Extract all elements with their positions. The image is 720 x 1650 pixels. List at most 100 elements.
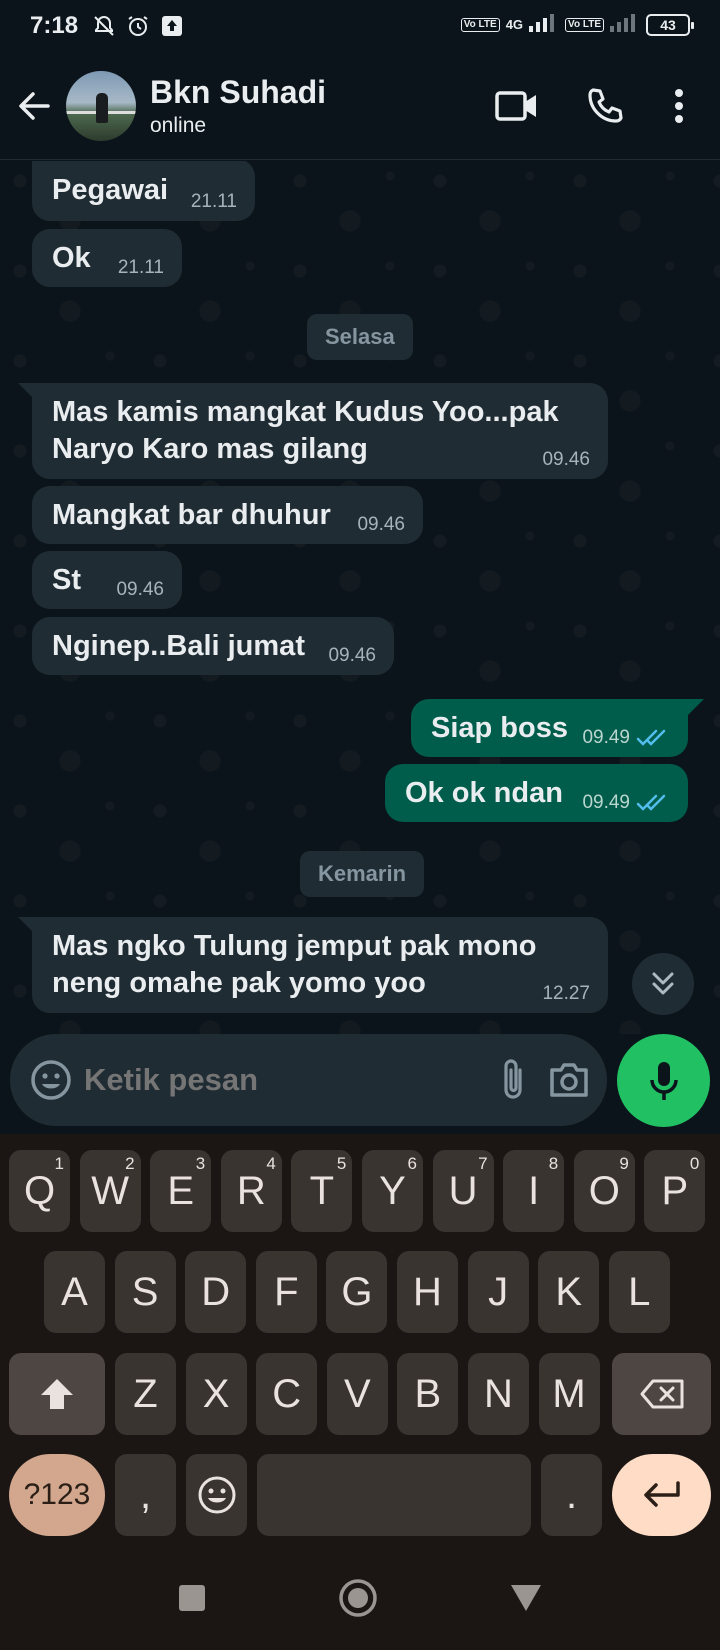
key-hint: 9 (619, 1154, 629, 1173)
key-label: P (661, 1168, 689, 1213)
double-chevron-down-icon (652, 972, 674, 995)
mute-notification-icon (90, 12, 118, 40)
key-m[interactable]: M (538, 1353, 600, 1435)
voice-record-button[interactable] (617, 1034, 710, 1127)
key-h[interactable]: H (397, 1251, 458, 1333)
upload-icon (158, 12, 186, 40)
key-hint: 5 (336, 1154, 347, 1173)
key-v[interactable]: V (326, 1353, 388, 1435)
key-label: Y (379, 1168, 406, 1213)
message-composer[interactable] (10, 1034, 607, 1126)
key-x[interactable]: X (185, 1353, 247, 1435)
key-label: E (167, 1168, 195, 1213)
message-incoming[interactable]: Nginep..Bali jumat 09.46 (32, 617, 394, 675)
message-incoming[interactable]: Mangkat bar dhuhur 09.46 (32, 486, 423, 544)
emoji-smiley-icon (198, 1476, 235, 1514)
message-incoming[interactable]: Pegawai 21.11 (32, 161, 255, 221)
message-outgoing[interactable]: Ok ok ndan 09.49 (385, 764, 688, 822)
message-text-line2: neng omahe pak yomo yoo (52, 967, 426, 999)
voice-call-button[interactable] (570, 71, 640, 141)
key-y[interactable]: Y6 (362, 1150, 423, 1232)
key-z[interactable]: Z (115, 1353, 176, 1435)
message-time: 09.46 (357, 514, 405, 535)
paperclip-icon (504, 1059, 522, 1099)
key-j[interactable]: J (467, 1251, 529, 1333)
back-nav-button[interactable] (509, 1583, 543, 1618)
message-incoming[interactable]: Mas kamis mangkat Kudus Yoo...pak Naryo … (32, 383, 608, 479)
space-key[interactable] (257, 1454, 531, 1536)
key-hint: 6 (407, 1154, 417, 1173)
backspace-key[interactable] (612, 1353, 711, 1435)
recents-button[interactable] (177, 1583, 207, 1618)
key-k[interactable]: K (538, 1251, 600, 1333)
more-options-button[interactable] (654, 71, 704, 141)
chat-area[interactable]: Pegawai 21.11 Ok 21.11 Selasa Mas kamis … (0, 161, 720, 1034)
key-hint: 0 (689, 1154, 700, 1173)
key-i[interactable]: I8 (503, 1150, 565, 1232)
key-label: Q (23, 1168, 56, 1213)
backspace-icon (640, 1379, 683, 1409)
back-arrow-icon (19, 91, 50, 120)
attach-button[interactable] (500, 1050, 526, 1110)
key-b[interactable]: B (397, 1353, 459, 1435)
key-l[interactable]: L (608, 1251, 670, 1333)
emoji-smiley-icon (31, 1060, 71, 1100)
key-hint: 1 (54, 1154, 64, 1173)
camera-button[interactable] (548, 1050, 590, 1110)
message-time: 09.49 (582, 727, 670, 749)
signal-icon (529, 12, 559, 37)
key-label: U (448, 1168, 478, 1213)
signal-icon-2 (610, 12, 640, 37)
message-text: Nginep..Bali jumat (52, 630, 305, 662)
triangle-back-icon (511, 1584, 541, 1611)
key-u[interactable]: U7 (432, 1150, 494, 1232)
key-g[interactable]: G (326, 1251, 388, 1333)
emoji-key[interactable] (186, 1454, 247, 1536)
read-double-check-icon (636, 794, 666, 811)
key-c[interactable]: C (256, 1353, 318, 1435)
message-text-line1: Mas kamis mangkat Kudus Yoo...pak (52, 396, 559, 428)
home-button[interactable] (337, 1577, 379, 1624)
message-input[interactable] (84, 1062, 500, 1098)
contact-avatar[interactable] (66, 70, 136, 141)
message-incoming[interactable]: Ok 21.11 (32, 229, 182, 287)
shift-key[interactable] (9, 1353, 105, 1435)
soft-keyboard: ?123 , . Q1W2E3R4T5Y6U7I8O9P0ASDFGHJKLZX… (0, 1134, 720, 1550)
comma-key[interactable]: , (115, 1454, 176, 1536)
key-d[interactable]: D (185, 1251, 247, 1333)
period-key[interactable]: . (541, 1454, 602, 1536)
key-t[interactable]: T5 (291, 1150, 353, 1232)
key-p[interactable]: P0 (644, 1150, 706, 1232)
message-outgoing[interactable]: Siap boss 09.49 (411, 699, 688, 757)
scroll-to-bottom-button[interactable] (632, 953, 694, 1015)
message-incoming[interactable]: St 09.46 (32, 551, 182, 609)
key-a[interactable]: A (44, 1251, 105, 1333)
message-text-line2: Naryo Karo mas gilang (52, 433, 368, 465)
phone-icon (588, 87, 623, 123)
network-type: 4G (505, 17, 524, 32)
key-n[interactable]: N (468, 1353, 529, 1435)
key-f[interactable]: F (255, 1251, 317, 1333)
key-hint: 8 (548, 1154, 559, 1173)
key-r[interactable]: R4 (220, 1150, 282, 1232)
enter-key[interactable] (612, 1454, 711, 1536)
back-button[interactable] (2, 74, 66, 138)
symbols-key[interactable]: ?123 (9, 1454, 105, 1536)
chat-header: Bkn Suhadi online (0, 52, 720, 160)
key-q[interactable]: Q1 (9, 1150, 70, 1232)
key-label: T (309, 1168, 335, 1213)
key-s[interactable]: S (114, 1251, 176, 1333)
key-label: O (588, 1168, 620, 1213)
key-w[interactable]: W2 (79, 1150, 141, 1232)
message-time: 09.46 (116, 579, 164, 600)
message-incoming[interactable]: Mas ngko Tulung jemput pak mono neng oma… (32, 917, 608, 1013)
message-time: 09.46 (328, 645, 376, 666)
key-o[interactable]: O9 (573, 1150, 635, 1232)
contact-info[interactable]: Bkn Suhadi online (150, 74, 482, 138)
more-vert-icon (675, 88, 683, 123)
key-e[interactable]: E3 (150, 1150, 212, 1232)
video-call-button[interactable] (482, 71, 552, 141)
enter-arrow-icon (643, 1481, 680, 1507)
emoji-button[interactable] (30, 1050, 72, 1110)
message-time: 12.27 (542, 983, 590, 1004)
